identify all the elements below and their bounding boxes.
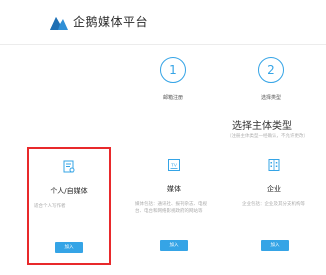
card-media-desc: 媒体包括：通讯社、报刊杂志、电视台、电台和网络影视政府的网站等 xyxy=(135,202,207,214)
tv-icon: TV xyxy=(168,159,180,171)
join-individual-button[interactable]: 加入 xyxy=(55,242,83,253)
card-media-name: 媒体 xyxy=(167,185,181,193)
card-enterprise-desc: 企业包括：企业及其分支机构等 xyxy=(242,202,305,207)
step-2: 2 选择类型 xyxy=(241,57,301,102)
document-person-icon xyxy=(63,160,75,173)
join-enterprise-button[interactable]: 加入 xyxy=(261,240,289,251)
step-2-number: 2 xyxy=(258,57,284,83)
brand-name: 企鹅媒体平台 xyxy=(73,15,149,29)
card-enterprise[interactable]: 企业 企业包括：企业及其分支机构等 加入 xyxy=(232,147,316,265)
card-media[interactable]: TV 媒体 媒体包括：通讯社、报刊杂志、电视台、电台和网络影视政府的网站等 加入 xyxy=(132,147,216,265)
step-2-label: 选择类型 xyxy=(260,95,281,101)
card-individual-name: 个人/自媒体 xyxy=(50,187,88,195)
step-1-label: 邮箱注册 xyxy=(162,95,183,101)
step-1: 1 邮箱注册 xyxy=(143,57,203,102)
page-subtitle: （注册主体类型一经确认，不允许更改） xyxy=(227,134,308,139)
building-icon xyxy=(268,159,280,171)
page-title: 选择主体类型 xyxy=(232,121,292,132)
card-individual-desc: 适合个人写作者 xyxy=(34,204,66,209)
penguin-logo-icon xyxy=(50,17,68,30)
svg-text:TV: TV xyxy=(171,163,177,168)
step-1-number: 1 xyxy=(160,57,186,83)
card-individual[interactable]: 个人/自媒体 适合个人写作者 加入 xyxy=(27,147,111,265)
join-media-button[interactable]: 加入 xyxy=(160,240,188,251)
card-enterprise-name: 企业 xyxy=(267,185,281,193)
top-header: 企鹅媒体平台 xyxy=(0,0,326,45)
